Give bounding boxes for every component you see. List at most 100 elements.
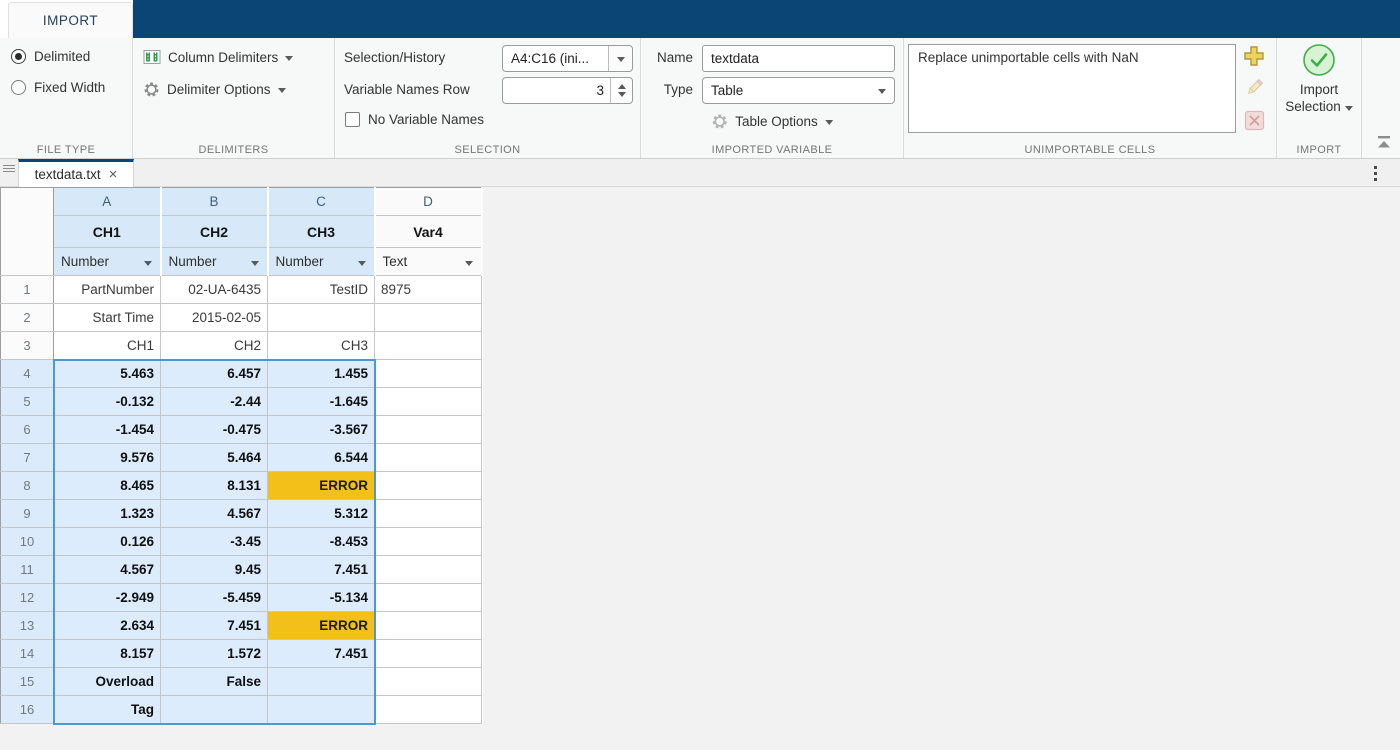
cell[interactable]: -3.567 <box>268 416 375 444</box>
row-header-7[interactable]: 7 <box>1 444 54 472</box>
column-type-dropdown[interactable]: Number <box>161 248 268 276</box>
cell[interactable] <box>375 416 482 444</box>
cell[interactable]: CH2 <box>161 332 268 360</box>
dropdown-arrow-button[interactable] <box>608 46 632 71</box>
cell[interactable]: 8.157 <box>54 640 161 668</box>
cell[interactable] <box>161 696 268 724</box>
cell[interactable]: 2015-02-05 <box>161 304 268 332</box>
collapse-ribbon-button[interactable] <box>1375 135 1393 150</box>
cell[interactable]: 6.544 <box>268 444 375 472</box>
cell[interactable]: 5.463 <box>54 360 161 388</box>
variable-name-CH1[interactable]: CH1 <box>54 216 161 248</box>
column-type-dropdown[interactable]: Number <box>54 248 161 276</box>
no-variable-names-checkbox[interactable]: No Variable Names <box>345 112 484 127</box>
cell[interactable]: 8.131 <box>161 472 268 500</box>
cell[interactable]: 9.576 <box>54 444 161 472</box>
cell[interactable]: -5.459 <box>161 584 268 612</box>
cell[interactable] <box>375 360 482 388</box>
table-options-dropdown[interactable]: Table Options <box>711 113 833 130</box>
row-header-16[interactable]: 16 <box>1 696 54 724</box>
selection-history-dropdown[interactable]: A4:C16 (ini... <box>502 45 633 72</box>
document-tab-textdata[interactable]: textdata.txt × <box>18 159 134 187</box>
row-header-14[interactable]: 14 <box>1 640 54 668</box>
cell[interactable]: 9.45 <box>161 556 268 584</box>
cell[interactable]: 8.465 <box>54 472 161 500</box>
row-header-10[interactable]: 10 <box>1 528 54 556</box>
cell[interactable]: Overload <box>54 668 161 696</box>
tab-list-icon[interactable] <box>3 163 15 175</box>
cell[interactable]: PartNumber <box>54 276 161 304</box>
dropdown-arrow-button[interactable] <box>870 78 894 103</box>
tabstrip-overflow-menu-icon[interactable] <box>1374 166 1378 184</box>
cell[interactable] <box>375 640 482 668</box>
cell[interactable]: 4.567 <box>161 500 268 528</box>
cell[interactable]: 7.451 <box>161 612 268 640</box>
cell[interactable] <box>375 556 482 584</box>
row-header-12[interactable]: 12 <box>1 584 54 612</box>
row-header-11[interactable]: 11 <box>1 556 54 584</box>
cell[interactable] <box>375 444 482 472</box>
cell[interactable]: ERROR <box>268 472 375 500</box>
cell[interactable]: -0.475 <box>161 416 268 444</box>
cell[interactable]: -0.132 <box>54 388 161 416</box>
cell[interactable]: 5.312 <box>268 500 375 528</box>
unimportable-rule-item[interactable]: Replace unimportable cells with NaN <box>909 45 1235 70</box>
row-header-9[interactable]: 9 <box>1 500 54 528</box>
delimiter-options-dropdown[interactable]: Delimiter Options <box>143 81 286 98</box>
cell[interactable]: CH1 <box>54 332 161 360</box>
cell[interactable]: 7.451 <box>268 556 375 584</box>
cell[interactable]: -8.453 <box>268 528 375 556</box>
delete-rule-button[interactable] <box>1242 108 1266 132</box>
cell[interactable]: -1.454 <box>54 416 161 444</box>
cell[interactable]: 8975 <box>375 276 482 304</box>
cell[interactable]: 2.634 <box>54 612 161 640</box>
import-selection-button[interactable]: Import Selection <box>1277 42 1361 115</box>
type-dropdown[interactable]: Table <box>702 77 895 104</box>
row-header-2[interactable]: 2 <box>1 304 54 332</box>
cell[interactable] <box>375 528 482 556</box>
cell[interactable]: -2.949 <box>54 584 161 612</box>
radio-fixed-width[interactable]: Fixed Width <box>11 80 105 95</box>
cell[interactable]: 7.451 <box>268 640 375 668</box>
cell[interactable] <box>375 584 482 612</box>
row-header-8[interactable]: 8 <box>1 472 54 500</box>
variable-name-CH3[interactable]: CH3 <box>268 216 375 248</box>
cell[interactable]: 1.323 <box>54 500 161 528</box>
column-header-A[interactable]: A <box>54 188 161 216</box>
cell[interactable]: Tag <box>54 696 161 724</box>
row-header-4[interactable]: 4 <box>1 360 54 388</box>
row-header-15[interactable]: 15 <box>1 668 54 696</box>
cell[interactable]: 1.572 <box>161 640 268 668</box>
row-header-13[interactable]: 13 <box>1 612 54 640</box>
cell[interactable]: 4.567 <box>54 556 161 584</box>
row-header-1[interactable]: 1 <box>1 276 54 304</box>
cell[interactable]: -1.645 <box>268 388 375 416</box>
cell[interactable] <box>375 696 482 724</box>
column-delimiters-dropdown[interactable]: Column Delimiters <box>143 49 293 65</box>
add-rule-button[interactable] <box>1242 44 1266 68</box>
cell[interactable]: TestID <box>268 276 375 304</box>
cell[interactable]: -3.45 <box>161 528 268 556</box>
cell[interactable]: 02-UA-6435 <box>161 276 268 304</box>
cell[interactable] <box>375 668 482 696</box>
cell[interactable]: CH3 <box>268 332 375 360</box>
variable-name-input[interactable] <box>711 46 888 71</box>
cell[interactable] <box>375 332 482 360</box>
cell[interactable] <box>268 668 375 696</box>
variable-names-row-spinner[interactable]: 3 <box>502 77 633 104</box>
close-tab-icon[interactable]: × <box>109 167 118 182</box>
cell[interactable]: 0.126 <box>54 528 161 556</box>
tab-import[interactable]: IMPORT <box>8 2 133 38</box>
cell[interactable] <box>375 304 482 332</box>
cell[interactable]: False <box>161 668 268 696</box>
cell[interactable] <box>268 696 375 724</box>
cell[interactable]: ERROR <box>268 612 375 640</box>
edit-rule-button[interactable] <box>1242 76 1266 100</box>
cell[interactable]: -2.44 <box>161 388 268 416</box>
column-header-D[interactable]: D <box>375 188 482 216</box>
column-header-B[interactable]: B <box>161 188 268 216</box>
cell[interactable]: Start Time <box>54 304 161 332</box>
cell[interactable]: -5.134 <box>268 584 375 612</box>
column-type-dropdown[interactable]: Number <box>268 248 375 276</box>
column-header-C[interactable]: C <box>268 188 375 216</box>
